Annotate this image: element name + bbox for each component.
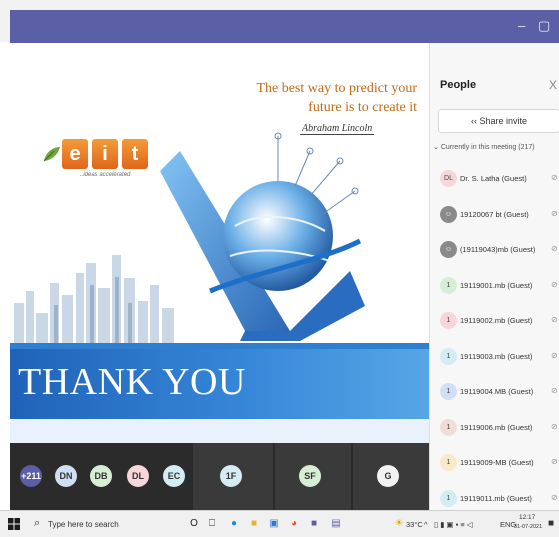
participant-row[interactable]: 1 19119001.mb (Guest) ⊘ xyxy=(430,273,559,303)
participant-initials: 1 xyxy=(440,276,457,294)
clock-time[interactable]: 12:17 xyxy=(519,514,535,521)
close-panel-button[interactable]: X xyxy=(549,78,557,92)
participant-avatar[interactable]: 1F xyxy=(220,465,242,487)
more-participants-badge[interactable]: +211 xyxy=(20,465,42,487)
participant-row[interactable]: 1 19119004.MB (Guest) ⊘ xyxy=(430,379,559,409)
participant-name: 19119011.mb (Guest) xyxy=(460,493,532,503)
maximize-button[interactable]: ▢ xyxy=(538,18,550,34)
logo-letter-i: i xyxy=(92,139,118,169)
participant-initials: DL xyxy=(440,170,457,187)
logo-tagline: ..ideas accelerated xyxy=(80,172,131,178)
app-icon[interactable]: ▤ xyxy=(330,517,342,530)
participant-name: 19119003.mb (Guest) xyxy=(460,351,533,361)
arrow-globe-graphic xyxy=(160,132,365,341)
participant-avatar[interactable]: DN xyxy=(55,465,77,487)
mic-muted-icon[interactable]: ⊘ xyxy=(551,351,558,360)
participant-name: 19119001.mb (Guest) xyxy=(460,280,533,290)
cortana-icon[interactable]: O xyxy=(188,517,200,530)
temperature-label[interactable]: 33°C xyxy=(406,520,423,529)
participant-name: (19119043)mb (Guest) xyxy=(460,245,536,254)
participant-initials: 1 xyxy=(440,312,457,329)
participant-name: 19119009-MB (Guest) xyxy=(460,458,534,467)
participant-avatar[interactable]: SF xyxy=(299,465,321,487)
slide-footer xyxy=(10,419,429,443)
people-panel-title: People xyxy=(440,79,477,91)
meeting-section-header[interactable]: ⌄ Currently in this meeting (217) xyxy=(433,143,535,151)
participant-initials: 1 xyxy=(440,489,457,507)
participant-video-strip: +211 DN DB DL EC 1F SF G xyxy=(10,443,429,510)
mic-muted-icon[interactable]: ⊘ xyxy=(551,244,558,253)
participant-row[interactable]: 1 19119002.mb (Guest) ⊘ xyxy=(430,308,559,338)
participant-initials: 1 xyxy=(440,454,457,471)
eit-logo: e i t ..ideas accelerated xyxy=(42,139,162,181)
participant-avatar[interactable]: DL xyxy=(127,465,149,487)
people-panel: People X ‹‹ Share invite ⌄ Currently in … xyxy=(429,43,559,510)
file-explorer-icon[interactable]: ■ xyxy=(248,517,260,530)
person-icon: ☺ xyxy=(440,205,457,223)
logo-letter-t: t xyxy=(122,139,148,169)
participant-initials: 1 xyxy=(440,347,457,365)
notification-icon[interactable]: ■ xyxy=(545,517,557,530)
store-icon[interactable]: ▣ xyxy=(268,517,280,530)
participant-row[interactable]: DL Dr. S. Latha (Guest) ⊘ xyxy=(430,166,559,196)
edge-browser-icon[interactable]: ● xyxy=(228,517,240,530)
mic-muted-icon[interactable]: ⊘ xyxy=(551,386,558,395)
mic-muted-icon[interactable]: ⊘ xyxy=(551,457,558,466)
teams-icon[interactable]: ■ xyxy=(308,517,320,530)
minimize-button[interactable]: – xyxy=(518,18,525,33)
chevron-down-icon: ⌄ xyxy=(433,144,441,151)
logo-letter-e: e xyxy=(62,139,88,169)
person-icon: ☺ xyxy=(440,241,457,258)
mic-muted-icon[interactable]: ⊘ xyxy=(551,422,558,431)
chrome-icon[interactable]: ◕ xyxy=(288,517,300,530)
share-invite-button[interactable]: ‹‹ Share invite xyxy=(438,109,559,133)
meeting-title-bar: – ▢ ✕ xyxy=(10,10,559,43)
participant-row[interactable]: ☺ (19119043)mb (Guest) ⊘ xyxy=(430,237,559,267)
mic-muted-icon[interactable]: ⊘ xyxy=(551,280,558,289)
weather-icon: ☀ xyxy=(394,518,404,529)
mic-muted-icon[interactable]: ⊘ xyxy=(551,173,558,182)
participant-name: 19119004.MB (Guest) xyxy=(460,387,534,396)
participant-row[interactable]: 1 19119003.mb (Guest) ⊘ xyxy=(430,344,559,374)
participant-row[interactable]: 1 19119006.mb (Guest) ⊘ xyxy=(430,415,559,445)
mic-muted-icon[interactable]: ⊘ xyxy=(551,209,558,218)
leaf-icon xyxy=(43,147,60,162)
search-icon[interactable]: ⌕ xyxy=(34,517,40,530)
thank-you-band: THANK YOU xyxy=(10,349,429,419)
slide-quote: The best way to predict your future is t… xyxy=(177,79,417,117)
mic-muted-icon[interactable]: ⊘ xyxy=(551,315,558,324)
participant-initials: 1 xyxy=(440,383,457,400)
participant-avatar[interactable]: G xyxy=(377,465,399,487)
system-tray-chevron-icon[interactable]: ^ xyxy=(424,520,428,529)
participant-name: Dr. S. Latha (Guest) xyxy=(460,174,527,183)
thank-you-text: THANK YOU xyxy=(18,361,246,403)
mic-muted-icon[interactable]: ⊘ xyxy=(551,493,558,502)
participant-name: 19119006.mb (Guest) xyxy=(460,422,533,432)
tray-icons[interactable]: ▯ ▮ ▣ ▪ ≡ ◁ xyxy=(434,520,473,529)
participant-row[interactable]: ☺ 19120067 bt (Guest) ⊘ xyxy=(430,202,559,232)
participant-name: 19120067 bt (Guest) xyxy=(460,209,529,219)
clock-date[interactable]: 31-07-2021 xyxy=(514,524,542,530)
windows-start-icon[interactable] xyxy=(8,518,20,530)
share-invite-label: Share invite xyxy=(479,116,528,126)
quote-line-1: The best way to predict your xyxy=(256,81,417,96)
participant-row[interactable]: 1 19119011.mb (Guest) ⊘ xyxy=(430,486,559,511)
participant-avatar[interactable]: EC xyxy=(163,465,185,487)
shared-presentation-slide: The best way to predict your future is t… xyxy=(10,43,429,443)
participant-name: 19119002.mb (Guest) xyxy=(460,316,533,325)
participant-row[interactable]: 1 19119009-MB (Guest) ⊘ xyxy=(430,450,559,480)
taskbar-search-box[interactable]: Type here to search xyxy=(48,520,119,529)
quote-line-2: future is to create it xyxy=(308,100,417,115)
meeting-count-label: Currently in this meeting (217) xyxy=(440,144,535,151)
windows-taskbar: ⌕ Type here to search O ⎕ ● ■ ▣ ◕ ■ ▤ ☀ … xyxy=(0,510,559,537)
participant-avatar[interactable]: DB xyxy=(90,465,112,487)
task-view-icon[interactable]: ⎕ xyxy=(206,517,218,530)
participant-initials: 1 xyxy=(440,418,457,436)
